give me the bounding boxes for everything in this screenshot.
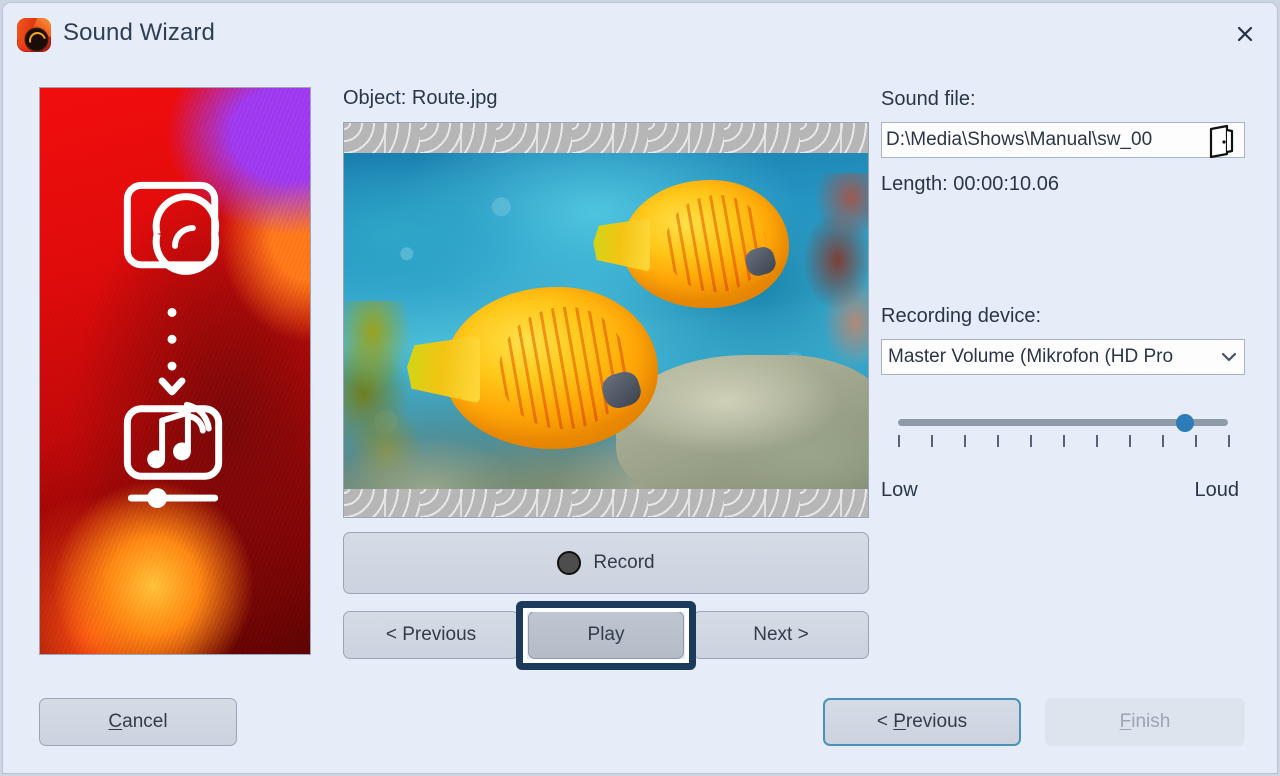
close-button[interactable] xyxy=(1227,16,1263,52)
volume-slider[interactable] xyxy=(898,411,1230,451)
volume-tick xyxy=(1096,435,1098,447)
play-button[interactable]: Play xyxy=(528,611,684,659)
overlay-icon-group xyxy=(123,181,223,508)
volume-slider-ticks xyxy=(898,435,1230,449)
preview-previous-button[interactable]: < Previous xyxy=(343,611,519,659)
finish-button-label: Finish xyxy=(1119,711,1171,732)
preview-next-button[interactable]: Next > xyxy=(693,611,869,659)
sound-wizard-icon xyxy=(17,18,51,52)
record-dot-icon xyxy=(557,551,582,575)
title-bar: Sound Wizard xyxy=(3,3,1277,65)
volume-tick xyxy=(1129,435,1131,447)
volume-tick xyxy=(1228,435,1230,447)
fish-upper xyxy=(593,179,790,308)
record-button-label: Record xyxy=(593,552,655,573)
object-preview xyxy=(343,122,869,518)
volume-tick xyxy=(1195,435,1197,447)
volume-loud-label: Loud xyxy=(1194,479,1240,501)
finish-button: Finish xyxy=(1045,698,1245,746)
volume-tick xyxy=(997,435,999,447)
volume-low-label: Low xyxy=(881,479,918,501)
slide-transition-preview xyxy=(39,87,311,655)
volume-tick xyxy=(931,435,933,447)
browse-button[interactable] xyxy=(1201,119,1241,163)
recording-device-dropdown[interactable]: Master Volume (Mikrofon (HD Pro xyxy=(881,339,1245,375)
sound-length-label: Length: 00:00:10.06 xyxy=(881,173,1059,195)
volume-tick xyxy=(964,435,966,447)
record-button[interactable]: Record xyxy=(343,532,869,594)
wizard-previous-label: < Previous xyxy=(876,711,968,732)
volume-tick xyxy=(1162,435,1164,447)
sound-file-label: Sound file: xyxy=(881,88,976,110)
recording-device-value: Master Volume (Mikrofon (HD Pro xyxy=(888,346,1174,367)
arrow-head-icon xyxy=(158,377,186,396)
window-title: Sound Wizard xyxy=(63,19,215,46)
volume-tick xyxy=(1063,435,1065,447)
object-label: Object: Route.jpg xyxy=(343,87,498,109)
slide-image-icon xyxy=(123,181,220,275)
sound-file-field[interactable]: D:\Media\Shows\Manual\sw_00 xyxy=(881,122,1245,158)
volume-tick xyxy=(1030,435,1032,447)
reef-photo xyxy=(344,153,868,489)
wizard-previous-button[interactable]: < Previous xyxy=(823,698,1021,746)
sound-on-slide-icon xyxy=(123,401,223,508)
cancel-button[interactable]: Cancel xyxy=(39,698,237,746)
volume-slider-thumb[interactable] xyxy=(1176,414,1195,432)
open-folder-icon xyxy=(1209,124,1234,159)
chevron-down-icon xyxy=(1214,352,1244,362)
close-icon xyxy=(1237,26,1253,42)
sound-file-value: D:\Media\Shows\Manual\sw_00 xyxy=(886,129,1153,150)
volume-tick xyxy=(898,435,900,447)
dotted-down-arrow-icon xyxy=(167,307,177,371)
cancel-button-label: Cancel xyxy=(108,711,168,732)
sound-wizard-window: Sound Wizard Object: Route.jpg Record < … xyxy=(2,2,1278,774)
recording-device-label: Recording device: xyxy=(881,305,1042,327)
fish-lower xyxy=(407,287,659,449)
